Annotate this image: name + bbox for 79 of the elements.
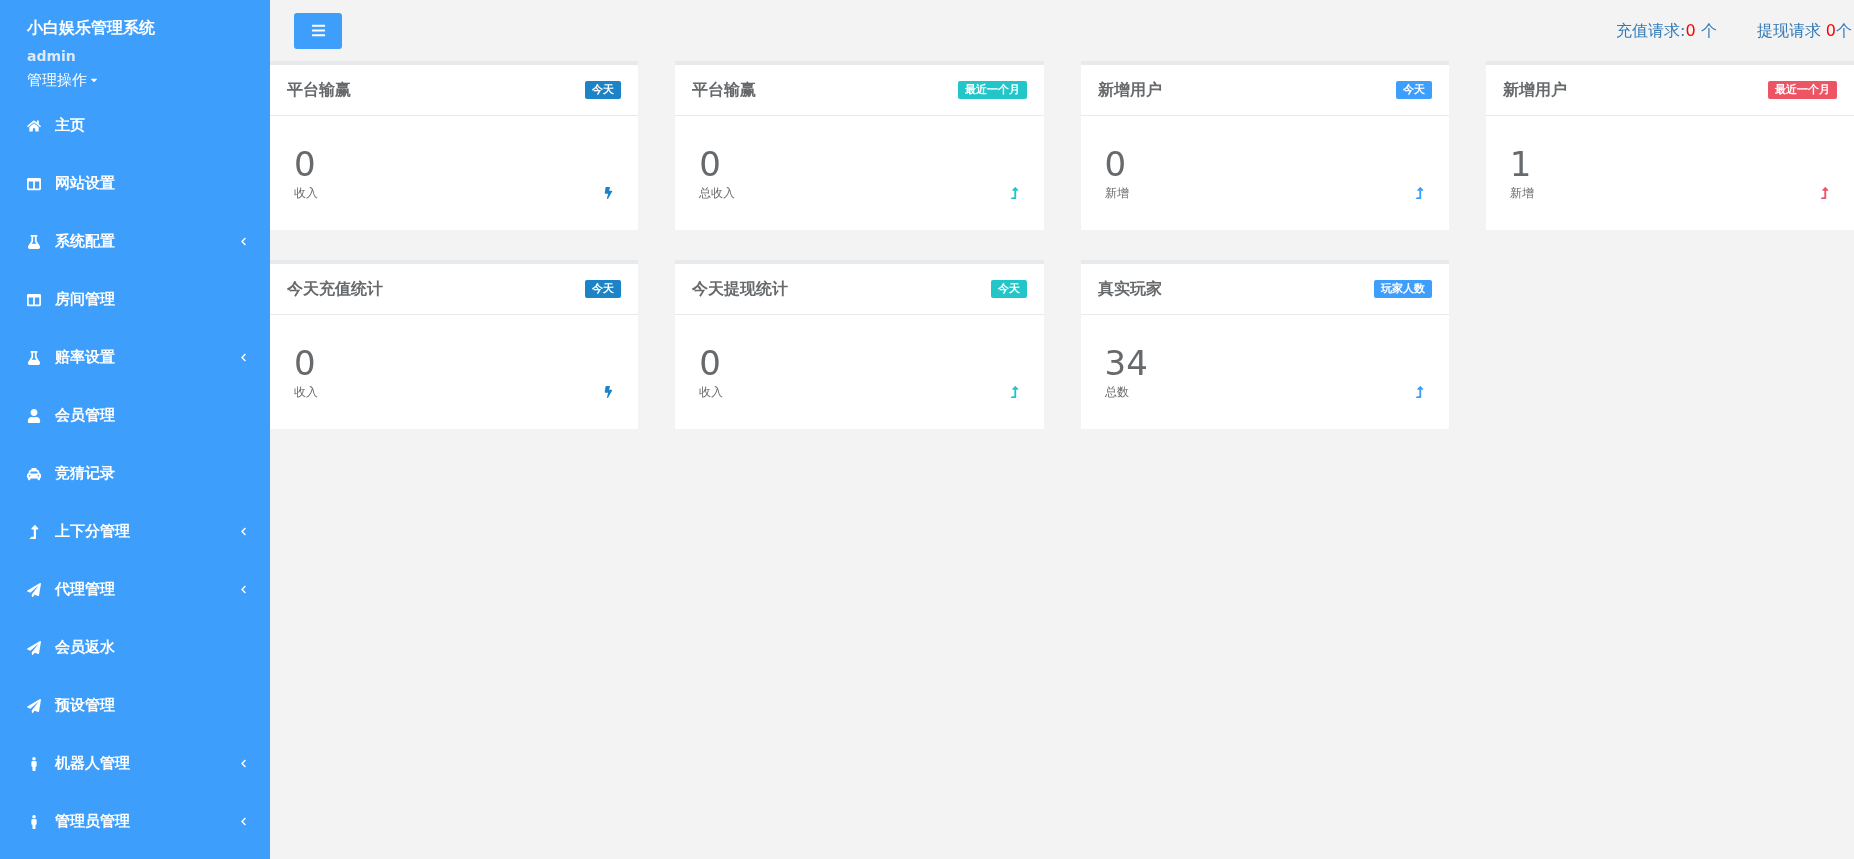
nav-label: 会员管理 [55,405,116,427]
request-link[interactable]: 充值请求:0 个 [1616,18,1717,43]
bolt-icon [603,386,615,398]
nav-label: 主页 [55,115,86,137]
flask-icon [27,234,41,249]
nav-item[interactable]: 主页 [0,96,270,155]
card-caption: 新增 [1104,185,1129,202]
nav-label: 机器人管理 [55,753,131,775]
nav-label: 竞猜记录 [55,463,116,485]
flask-icon [27,350,41,365]
card-caption: 总收入 [699,185,736,202]
card-title: 新增用户 [1097,79,1162,101]
card-badge: 今天 [585,80,622,100]
nav-item[interactable]: 会员管理 [0,386,270,445]
card-caption: 收入 [294,185,318,202]
card-title: 真实玩家 [1097,278,1162,300]
app-title: 小白娱乐管理系统 [27,17,155,39]
car-icon [27,466,41,481]
columns-icon [27,292,41,307]
card-badge: 最近一个月 [957,80,1027,100]
card-badge: 最近一个月 [1768,80,1837,100]
nav-item[interactable]: 上下分管理 [0,502,270,561]
nav-label: 赔率设置 [55,347,116,369]
arrow-up-icon [1413,386,1425,398]
columns-icon [27,176,41,191]
nav-item[interactable]: 预设管理 [0,676,270,735]
nav-label: 房间管理 [55,289,116,311]
nav-label: 管理员管理 [55,811,131,833]
card-caption: 新增 [1509,185,1534,202]
card-title: 平台输赢 [692,79,757,101]
nav-item[interactable]: 赔率设置 [0,328,270,387]
nav-label: 代理管理 [55,579,116,601]
card-value: 34 [1104,343,1148,383]
card-badge: 玩家人数 [1373,279,1432,299]
card-caption: 收入 [699,384,724,401]
bolt-icon [603,187,615,199]
card-value: 0 [294,343,317,383]
nav-label: 预设管理 [55,695,116,717]
nav-item[interactable]: 竞猜记录 [0,444,270,503]
card-caption: 收入 [294,384,318,401]
card-value: 0 [294,144,317,184]
arrow-up-icon [27,524,41,539]
card-badge: 今天 [585,279,622,299]
menu-button[interactable] [294,12,342,49]
menu-icon [310,23,326,38]
nav-item[interactable]: 会员返水 [0,618,270,677]
card-value: 0 [699,343,722,383]
arrow-up-icon [1819,187,1830,199]
arrow-up-icon [1008,187,1020,199]
nav-label: 会员返水 [55,637,116,659]
card-title: 今天充值统计 [287,278,383,300]
arrow-up-icon [1413,187,1425,199]
card-badge: 今天 [990,279,1027,299]
card-title: 平台输赢 [287,79,351,101]
nav-item[interactable]: 机器人管理 [0,734,270,793]
nav-label: 网站设置 [55,173,116,195]
home-icon [27,118,41,133]
paper-plane-icon [27,582,41,597]
card-value: 0 [699,144,722,184]
user-name: admin [27,47,76,66]
user-icon [27,408,41,423]
nav-item[interactable]: 系统配置 [0,212,270,271]
user-menu[interactable]: 管理操作 [27,69,99,92]
nav-item[interactable]: 管理员管理 [0,792,270,851]
card-title: 新增用户 [1502,79,1567,101]
card-value: 0 [1104,144,1128,184]
paper-plane-icon [27,640,41,655]
arrow-up-icon [1008,386,1020,398]
nav-item[interactable]: 代理管理 [0,560,270,619]
nav-item[interactable]: 房间管理 [0,270,270,329]
nav-item[interactable]: 网站设置 [0,154,270,213]
card-caption: 总数 [1104,384,1130,401]
request-link[interactable]: 提现请求 0个 [1756,18,1852,43]
card-value: 1 [1509,144,1533,184]
nav-label: 系统配置 [55,231,116,253]
nav-label: 上下分管理 [55,521,131,543]
card-badge: 今天 [1395,80,1432,100]
card-title: 今天提现统计 [692,278,789,300]
paper-plane-icon [27,698,41,713]
